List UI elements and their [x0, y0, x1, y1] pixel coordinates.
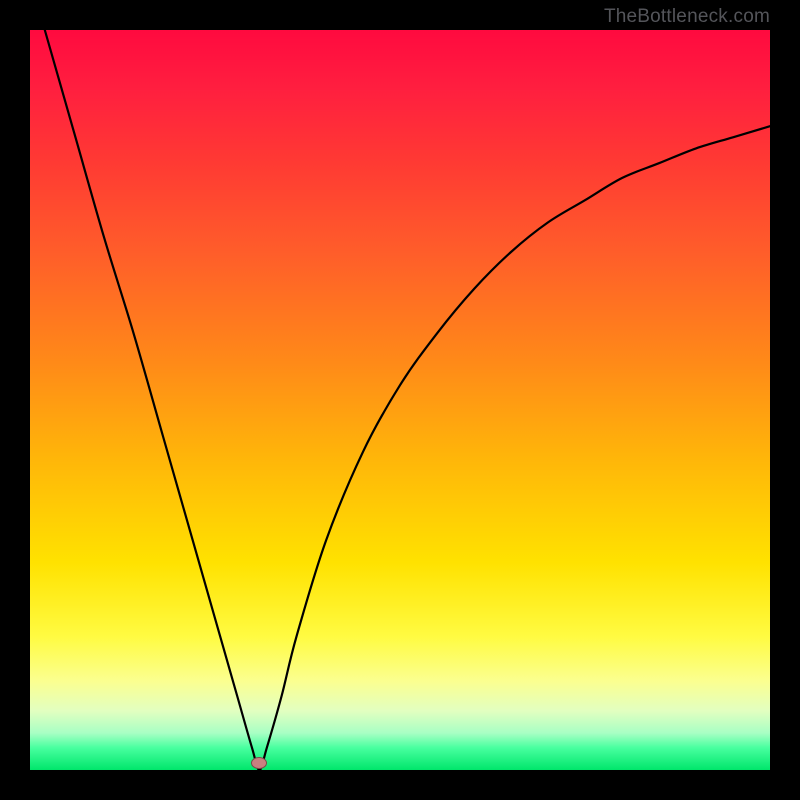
chart-frame: TheBottleneck.com	[0, 0, 800, 800]
v-curve-line	[45, 30, 770, 770]
curve-svg	[30, 30, 770, 770]
minimum-marker	[251, 757, 267, 769]
plot-area	[30, 30, 770, 770]
watermark-label: TheBottleneck.com	[604, 6, 770, 28]
